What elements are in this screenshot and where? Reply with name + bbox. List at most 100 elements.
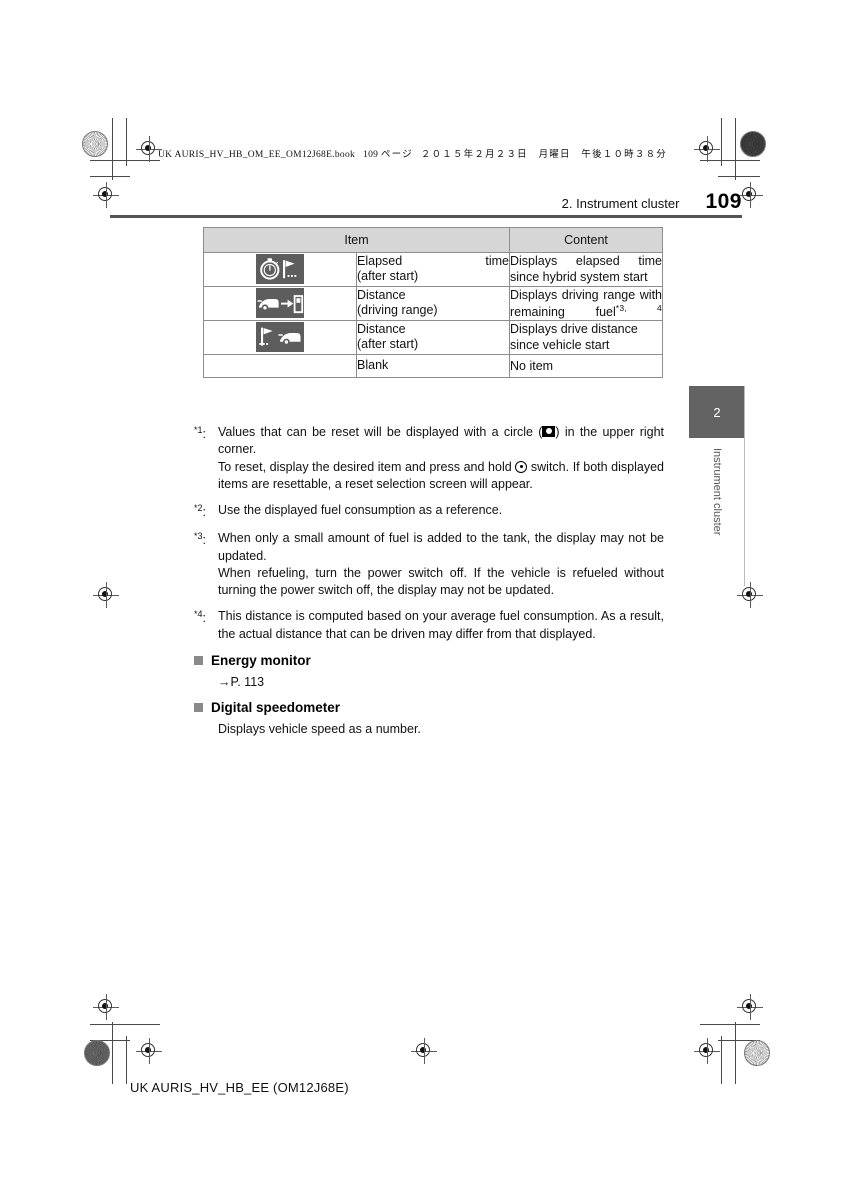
display-icon-cell [203, 285, 357, 322]
table-row: Distance (after start) Displays drive di… [203, 320, 663, 355]
table-row: Blank No item [203, 353, 663, 378]
content-text: Displays drive distance since vehicle st… [510, 322, 638, 353]
footnote-marker-colon: : [202, 611, 206, 626]
item-label-line1: Distance [357, 321, 406, 336]
page-reference-link[interactable]: →P. 113 [218, 675, 264, 689]
footnote-marker-colon: : [202, 505, 206, 520]
content-text: No item [510, 358, 554, 373]
footnote-paragraph: When refueling, turn the power switch of… [218, 565, 664, 598]
crop-line [718, 176, 760, 177]
document-code-footer: UK AURIS_HV_HB_EE (OM12J68E) [130, 1080, 349, 1095]
thumb-tab-text: Instrument cluster [711, 448, 723, 536]
content-footnote-ref: *3, 4 [615, 302, 662, 313]
registration-mark [694, 136, 720, 162]
item-label-line2: (after start) [357, 269, 419, 284]
footnote-text-a: Values that can be reset will be display… [218, 425, 543, 439]
crop-line [90, 1024, 160, 1025]
halftone-dot-mid [84, 1040, 110, 1066]
crop-line [700, 1024, 760, 1025]
display-icon-cell [203, 320, 357, 355]
footnote-marker-text: *1 [194, 425, 203, 435]
reset-circle-indicator-icon [542, 426, 556, 437]
footnote-paragraph: This distance is computed based on your … [218, 609, 664, 641]
square-bullet-icon [194, 703, 203, 712]
content-text-wrapper: Displays driving range with remaining fu… [510, 287, 662, 321]
crop-line [112, 1022, 113, 1084]
page-number: 109 [705, 190, 742, 213]
registration-mark [136, 1038, 162, 1064]
display-change-switch-icon [515, 460, 528, 473]
item-label-line1: Distance [357, 287, 406, 302]
footnote-body: This distance is computed based on your … [218, 608, 664, 643]
table-row: Distance (driving range) Displays drivin… [203, 285, 663, 322]
footnote-body: When only a small amount of fuel is adde… [218, 530, 664, 599]
footnote-marker-text: *4 [194, 609, 203, 620]
section-energy-monitor: Energy monitor →P. 113 [194, 653, 664, 689]
chapter-title: 2. Instrument cluster [561, 196, 680, 211]
crop-line [735, 118, 736, 180]
flag-to-car-icon [256, 322, 304, 353]
footnote-paragraph: When only a small amount of fuel is adde… [218, 531, 664, 563]
registration-mark [93, 994, 119, 1020]
footnote-marker: *4: [194, 608, 218, 643]
section-body: Displays vehicle speed as a number. [218, 722, 664, 736]
footnote-1: *1: Values that can be reset will be dis… [194, 424, 664, 493]
column-header-item: Item [203, 227, 510, 253]
section-heading-text: Energy monitor [211, 653, 311, 668]
display-icon-cell [203, 252, 357, 287]
footnotes-block: *1: Values that can be reset will be dis… [194, 424, 664, 652]
crop-line [90, 176, 130, 177]
car-to-fuel-pump-icon [256, 288, 304, 319]
thumb-tab-chapter-label: Instrument cluster [689, 448, 745, 538]
footnote-paragraph: Use the displayed fuel consumption as a … [218, 503, 503, 517]
registration-mark [411, 1038, 437, 1064]
print-file-stamp: UK AURIS_HV_HB_OM_EE_OM12J68E.book 109 ペ… [158, 146, 667, 160]
display-icon-cell-empty [203, 353, 357, 378]
crop-line [126, 1036, 127, 1084]
header-rule [110, 215, 742, 218]
content-cell: Displays elapsed time since hybrid syste… [509, 252, 663, 287]
thumb-tab-rule [744, 386, 745, 586]
footnote-marker-colon: : [202, 533, 206, 548]
item-name-cell: Blank [356, 353, 510, 378]
stopwatch-flag-icon [256, 254, 304, 285]
chapter-header: 2. Instrument cluster 109 [110, 190, 742, 214]
crop-line [721, 118, 722, 166]
file-stamp-name: UK AURIS_HV_HB_OM_EE_OM12J68E.book [158, 150, 356, 160]
registration-mark [737, 994, 763, 1020]
crop-line [735, 1022, 736, 1084]
footnote-marker-text: *2 [194, 503, 203, 513]
footnote-marker: *2: [194, 502, 218, 521]
registration-mark [694, 1038, 720, 1064]
registration-mark [93, 582, 119, 608]
footnote-body: Values that can be reset will be display… [218, 424, 664, 493]
halftone-dot-light [82, 131, 108, 157]
item-label-line1: Elapsed time [357, 253, 509, 268]
footnote-marker-text: *3 [194, 531, 203, 542]
crop-line [112, 118, 113, 180]
crop-line [721, 1036, 722, 1084]
halftone-dot-dark [740, 131, 766, 157]
file-stamp-date: ２０１５年２月２３日 月曜日 午後１０時３８分 [420, 150, 667, 160]
footnote-marker: *1: [194, 424, 218, 493]
multi-information-display-items-table: Item Content Elapsed time (after start) … [203, 227, 663, 378]
halftone-dot-light [744, 1040, 770, 1066]
footnote-paragraph: To reset, display the desired item and p… [218, 459, 664, 494]
table-row: Elapsed time (after start) Displays elap… [203, 252, 663, 287]
section-body: →P. 113 [218, 675, 664, 689]
section-heading-text: Digital speedometer [211, 700, 341, 715]
registration-mark [737, 582, 763, 608]
section-digital-speedometer: Digital speedometer Displays vehicle spe… [194, 700, 664, 736]
content-text: Displays elapsed time since hybrid syste… [510, 254, 662, 285]
footnote-2: *2: Use the displayed fuel consumption a… [194, 502, 664, 521]
thumb-tab-number-label: 2 [713, 404, 721, 420]
item-name-cell: Distance (after start) [356, 320, 510, 355]
file-stamp-page: 109 [363, 150, 379, 160]
footnote-body: Use the displayed fuel consumption as a … [218, 502, 664, 521]
footnote-text-c: To reset, display the desired item and p… [218, 459, 516, 474]
footnote-3: *3: When only a small amount of fuel is … [194, 530, 664, 599]
footnote-marker: *3: [194, 530, 218, 599]
column-header-content: Content [509, 227, 663, 253]
content-cell: No item [509, 353, 663, 378]
square-bullet-icon [194, 656, 203, 665]
